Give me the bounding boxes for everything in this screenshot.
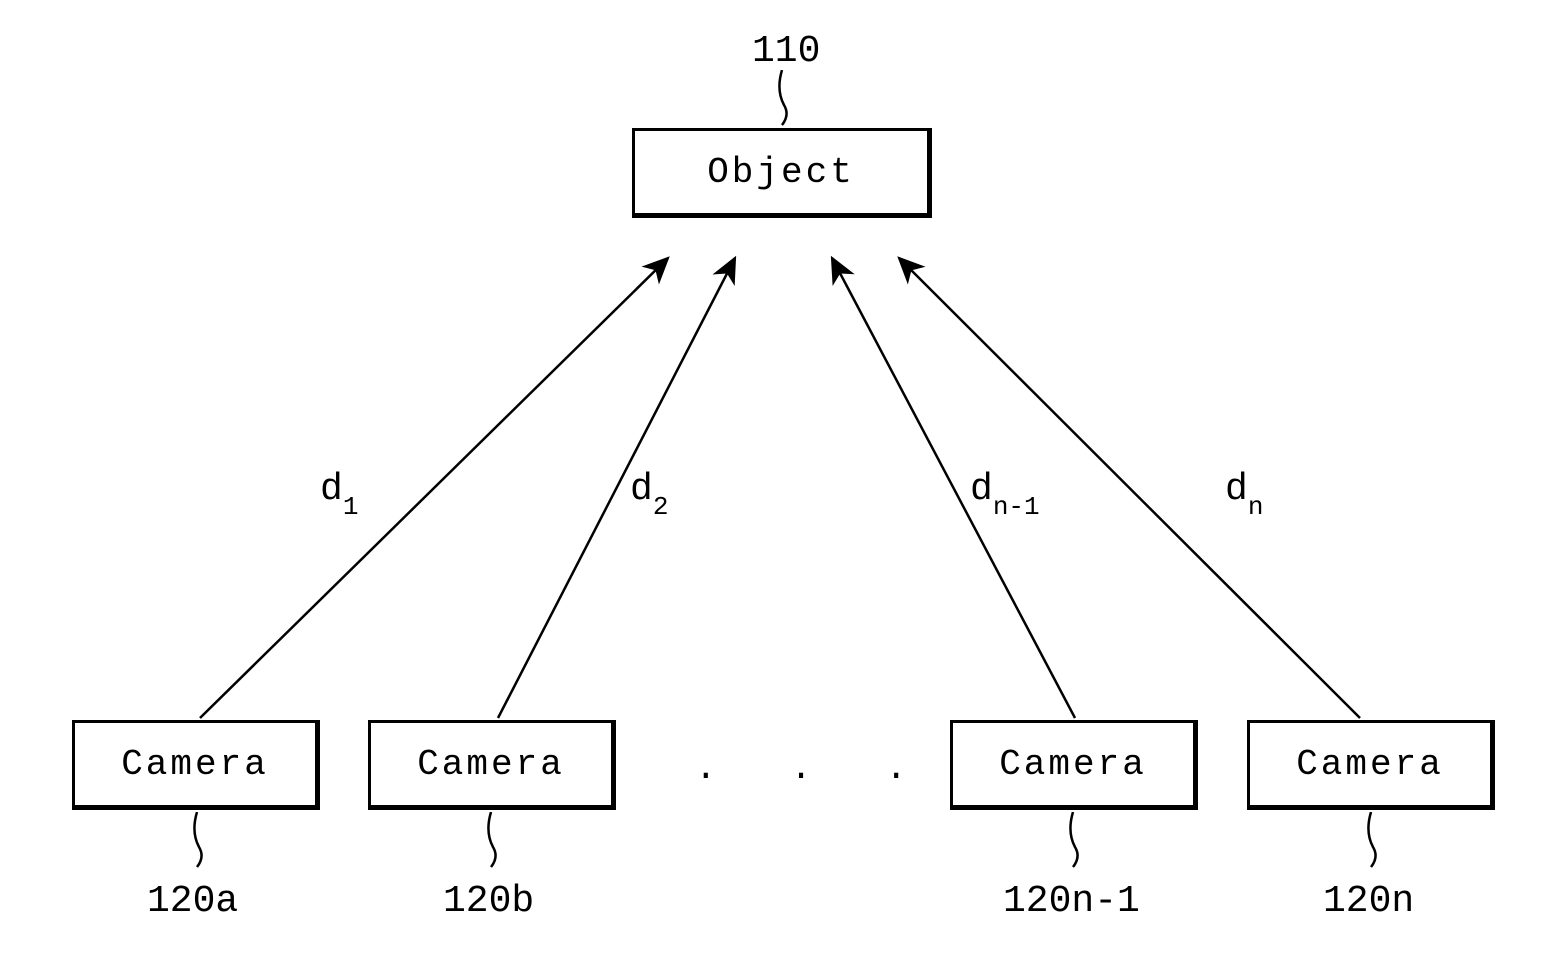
camera-2-ref: 120b: [443, 880, 534, 923]
distance-d2-label: d2: [630, 468, 668, 516]
arrow-dn: [899, 258, 1360, 718]
camera-n-1-leader: [1061, 812, 1091, 872]
ellipsis-dots: . . .: [695, 748, 933, 789]
object-box-label: Object: [707, 152, 855, 193]
object-box: Object: [632, 128, 932, 218]
camera-box-n: Camera: [1247, 720, 1495, 810]
camera-1-leader: [185, 812, 215, 872]
camera-n-1-label: Camera: [999, 744, 1147, 785]
camera-1-label: Camera: [121, 744, 269, 785]
camera-box-n-1: Camera: [950, 720, 1198, 810]
distance-dn-1-label: dn-1: [970, 468, 1040, 516]
camera-box-1: Camera: [72, 720, 320, 810]
camera-n-ref: 120n: [1323, 880, 1414, 923]
camera-box-2: Camera: [368, 720, 616, 810]
arrow-d2: [498, 258, 735, 718]
object-ref-label: 110: [752, 30, 820, 73]
camera-2-leader: [479, 812, 509, 872]
distance-d1-label: d1: [320, 468, 358, 516]
object-leader-line: [770, 70, 800, 130]
camera-1-ref: 120a: [147, 880, 238, 923]
arrow-d1: [200, 258, 668, 718]
distance-dn-label: dn: [1225, 468, 1263, 516]
camera-n-leader: [1359, 812, 1389, 872]
camera-n-label: Camera: [1296, 744, 1444, 785]
camera-n-1-ref: 120n-1: [1003, 880, 1140, 923]
camera-2-label: Camera: [417, 744, 565, 785]
